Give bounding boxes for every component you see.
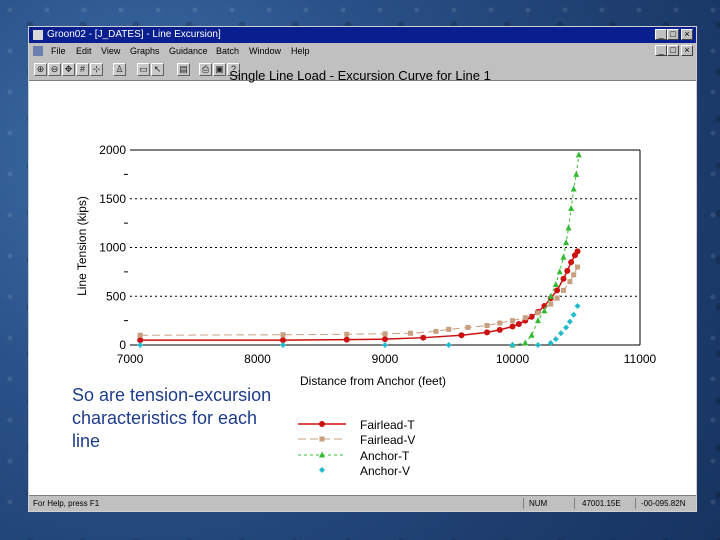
data-point-fairlead-t bbox=[564, 267, 571, 274]
series-line-anchor-t bbox=[512, 154, 580, 346]
legend-marker-anchor-v bbox=[319, 467, 325, 473]
data-point-anchor-t bbox=[568, 205, 575, 211]
data-point-fairlead-v bbox=[575, 264, 581, 270]
data-point-anchor-t bbox=[560, 253, 567, 260]
data-point-fairlead-v bbox=[571, 272, 577, 278]
data-point-fairlead-t bbox=[515, 321, 522, 328]
x-tick-label: 8000 bbox=[244, 352, 271, 366]
legend-marker-fairlead-v bbox=[319, 436, 325, 442]
data-point-fairlead-v bbox=[561, 287, 566, 293]
data-point-fairlead-t bbox=[458, 332, 465, 339]
y-axis-label: Line Tension (kips) bbox=[75, 196, 89, 296]
data-point-anchor-t bbox=[563, 239, 570, 246]
y-tick-label: 500 bbox=[106, 289, 126, 303]
data-point-fairlead-v bbox=[535, 310, 541, 316]
data-point-fairlead-t bbox=[343, 336, 350, 343]
data-point-fairlead-v bbox=[522, 315, 528, 321]
data-point-fairlead-t bbox=[560, 275, 567, 282]
data-point-fairlead-v bbox=[567, 279, 573, 285]
data-point-fairlead-v bbox=[484, 323, 490, 328]
data-point-fairlead-v bbox=[344, 331, 350, 337]
data-point-fairlead-v bbox=[408, 330, 413, 336]
legend-anchor-t: Anchor-T bbox=[360, 449, 410, 463]
data-point-fairlead-v bbox=[382, 331, 388, 337]
data-point-anchor-v bbox=[535, 342, 541, 348]
data-point-fairlead-v bbox=[280, 332, 286, 338]
legend-anchor-v: Anchor-V bbox=[360, 464, 411, 478]
y-tick-label: 1000 bbox=[99, 241, 126, 255]
data-point-fairlead-v bbox=[554, 295, 560, 301]
data-point-anchor-v bbox=[563, 324, 570, 331]
data-point-fairlead-v bbox=[548, 301, 554, 307]
data-point-anchor-v bbox=[445, 342, 452, 348]
data-point-anchor-v bbox=[382, 342, 388, 348]
slide-caption: So are tension-excursion characteristics… bbox=[72, 384, 302, 453]
data-point-anchor-v bbox=[137, 342, 144, 348]
legend-fairlead-t: Fairlead-T bbox=[360, 418, 415, 432]
data-point-anchor-t bbox=[570, 185, 577, 192]
data-point-anchor-t bbox=[552, 281, 559, 288]
data-point-fairlead-t bbox=[554, 287, 561, 294]
data-point-anchor-v bbox=[280, 342, 286, 348]
caption-line: line bbox=[72, 431, 101, 451]
data-point-anchor-v bbox=[570, 311, 577, 318]
y-tick-label: 1500 bbox=[99, 192, 126, 206]
data-point-anchor-t bbox=[528, 331, 535, 338]
x-axis-label: Distance from Anchor (feet) bbox=[300, 374, 447, 388]
data-point-anchor-t bbox=[565, 224, 572, 231]
data-point-anchor-t bbox=[575, 151, 582, 158]
data-point-anchor-t bbox=[556, 268, 563, 275]
x-tick-label: 9000 bbox=[372, 352, 399, 366]
data-point-fairlead-t bbox=[509, 323, 516, 330]
x-tick-label: 7000 bbox=[117, 352, 144, 366]
data-point-anchor-v bbox=[574, 303, 581, 309]
x-tick-label: 11000 bbox=[624, 352, 657, 366]
y-tick-label: 2000 bbox=[99, 143, 126, 157]
data-point-anchor-v bbox=[566, 318, 573, 325]
data-point-fairlead-t bbox=[484, 329, 490, 336]
data-point-fairlead-t bbox=[574, 248, 581, 255]
data-point-fairlead-t bbox=[382, 336, 388, 343]
legend-fairlead-v: Fairlead-V bbox=[360, 433, 416, 447]
data-point-fairlead-v bbox=[433, 328, 439, 334]
caption-line: So are tension-excursion bbox=[72, 385, 272, 405]
data-point-fairlead-v bbox=[497, 320, 503, 326]
data-point-fairlead-v bbox=[510, 318, 515, 324]
data-point-anchor-t bbox=[522, 339, 529, 346]
data-point-fairlead-t bbox=[420, 334, 427, 341]
y-tick-label: 0 bbox=[119, 338, 126, 352]
data-point-fairlead-v bbox=[446, 326, 452, 332]
data-point-fairlead-t bbox=[568, 259, 575, 266]
data-point-anchor-v bbox=[552, 336, 559, 343]
data-point-fairlead-v bbox=[137, 332, 143, 338]
data-point-anchor-v bbox=[557, 330, 564, 337]
caption-line: characteristics for each bbox=[72, 408, 258, 428]
legend-marker-fairlead-t bbox=[319, 421, 325, 427]
data-point-fairlead-t bbox=[496, 326, 503, 333]
data-point-fairlead-t bbox=[528, 313, 535, 320]
data-point-anchor-t bbox=[573, 170, 580, 177]
x-tick-label: 10000 bbox=[496, 352, 530, 366]
data-point-fairlead-v bbox=[465, 324, 471, 330]
